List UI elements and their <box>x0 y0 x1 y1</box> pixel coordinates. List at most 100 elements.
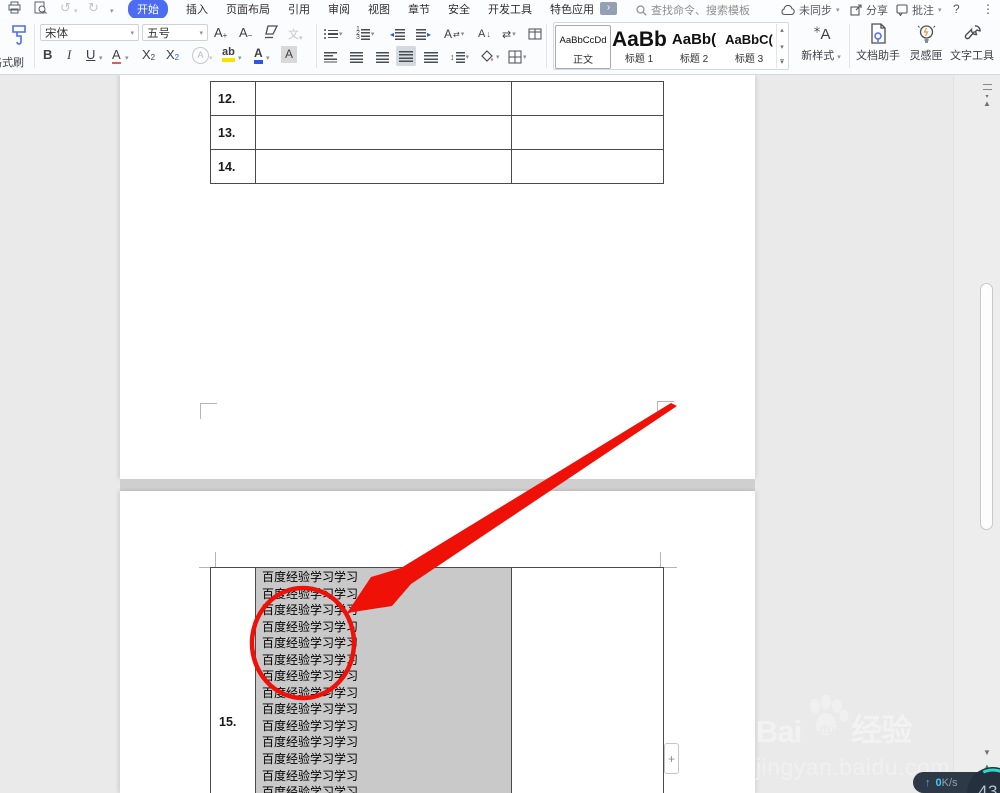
tab-开发工具[interactable]: 开发工具 <box>488 1 532 17</box>
row-number-cell[interactable]: 14. <box>211 150 256 183</box>
phonetic-guide-button[interactable]: 文 ▾ <box>288 26 303 42</box>
format-painter-button[interactable] <box>7 23 31 47</box>
align-left-button[interactable] <box>324 47 337 67</box>
gallery-scroll-down-icon[interactable]: ▾ <box>780 43 784 51</box>
bullet-list-button[interactable]: ▾ <box>324 24 343 44</box>
gallery-more-icon[interactable]: ▾ <box>780 59 784 66</box>
text-tools-button[interactable]: 文字工具 <box>947 23 997 63</box>
tab-引用[interactable]: 引用 <box>288 1 310 17</box>
page1-table[interactable]: 12. 13. 14. <box>210 81 664 184</box>
tab-审阅[interactable]: 审阅 <box>328 1 350 17</box>
selected-table-cell[interactable]: 百度经验学习学习 百度经验学习学习 百度经验学习学习 百度经验学习学习 百度经验学习学习… <box>256 568 512 793</box>
more-menu-button[interactable]: ⋮ <box>982 2 994 16</box>
tab-视图[interactable]: 视图 <box>368 1 390 17</box>
cell-text-line: 百度经验学习学习 <box>262 603 359 618</box>
cell-text-line: 百度经验学习学习 <box>262 669 359 684</box>
shrink-font-button[interactable]: A − <box>239 25 252 40</box>
share-button[interactable]: 分享 <box>850 2 888 18</box>
cell-text-line: 百度经验学习学习 <box>262 636 359 651</box>
text-tool-grid-icon[interactable] <box>528 24 542 44</box>
char-scale-button[interactable]: A ⇄ ▾ <box>444 24 464 44</box>
document-canvas[interactable]: 12. 13. 14. 15. 百度经验学习学习 百度经验学习学习 百度经验学习学习 百度… <box>0 75 1000 793</box>
style-gallery-scroll[interactable]: ▴ ▾ ▾ <box>776 24 787 68</box>
align-right-button[interactable] <box>376 47 389 67</box>
page2-table[interactable]: 15. 百度经验学习学习 百度经验学习学习 百度经验学习学习 百度经验学习学习 百度经验… <box>210 567 664 793</box>
show-marks-button[interactable]: ⇄ ▾ <box>502 24 516 44</box>
underline-caret-icon[interactable]: ▾ <box>99 54 103 62</box>
table-cell[interactable] <box>512 150 663 183</box>
help-button[interactable]: ? <box>953 2 960 16</box>
new-style-button[interactable]: ＊A 新样式 ▾ <box>796 23 846 63</box>
row-number-cell[interactable]: 12. <box>211 82 256 115</box>
table-cell[interactable] <box>256 116 512 149</box>
sort-button[interactable]: A ↓ <box>478 24 491 44</box>
doc-assistant-button[interactable]: 文档助手 <box>853 23 903 63</box>
page-gap <box>120 479 755 491</box>
justify-button[interactable] <box>396 46 416 66</box>
table-cell[interactable] <box>512 568 663 793</box>
distribute-button[interactable] <box>424 47 438 67</box>
borders-button[interactable]: ▾ <box>508 47 527 67</box>
command-search[interactable]: 查找命令、搜索模板 <box>636 2 750 18</box>
char-shading-button[interactable]: A <box>281 46 297 63</box>
italic-button[interactable]: I <box>67 47 71 63</box>
tab-特色应用[interactable]: 特色应用 <box>550 1 594 17</box>
tab-安全[interactable]: 安全 <box>448 1 470 17</box>
font-color-caret-icon[interactable]: ▾ <box>266 54 270 62</box>
redo-button[interactable]: ↻ <box>88 1 99 15</box>
table-cell[interactable] <box>256 82 512 115</box>
ruler-toggle-icon[interactable]: ▾ <box>979 84 995 100</box>
inspiration-button[interactable]: 灵感匣 <box>901 23 951 63</box>
subscript-button[interactable]: X2 <box>166 47 179 62</box>
table-cell[interactable] <box>256 150 512 183</box>
row-number-cell[interactable]: 13. <box>211 116 256 149</box>
gallery-scroll-up-icon[interactable]: ▴ <box>780 26 784 34</box>
enclose-characters-button[interactable]: A <box>192 47 209 64</box>
cell-text-line: 百度经验学习学习 <box>262 586 359 601</box>
undo-caret-icon[interactable]: ▾ <box>74 5 78 19</box>
print-icon[interactable] <box>8 1 21 14</box>
tab-章节[interactable]: 章节 <box>408 1 430 17</box>
print-preview-icon[interactable] <box>34 1 47 14</box>
clear-format-icon[interactable] <box>263 25 279 39</box>
grow-font-button[interactable]: A + <box>214 25 227 40</box>
search-icon <box>636 4 647 16</box>
tab-页面布局[interactable]: 页面布局 <box>226 1 270 17</box>
watermark-brand: 经验 <box>851 713 912 748</box>
tab-开始[interactable]: 开始 <box>128 0 168 19</box>
align-center-button[interactable] <box>350 47 363 67</box>
strikethrough-button[interactable]: A <box>112 47 121 64</box>
scrollbar-thumb[interactable] <box>980 283 993 530</box>
font-size-select[interactable]: 五号 ▾ <box>142 24 208 41</box>
font-name-select[interactable]: 宋体 ▾ <box>40 24 139 41</box>
style-item-标题 1[interactable]: AaBb 标题 1 <box>612 25 666 67</box>
style-item-标题 3[interactable]: AaBbC(标题 3 <box>722 25 776 67</box>
style-item-正文[interactable]: AaBbCcDd 正文 <box>555 25 611 69</box>
strikethrough-caret-icon[interactable]: ▾ <box>125 54 129 62</box>
font-color-button[interactable]: A <box>254 46 263 64</box>
highlight-button[interactable]: ab <box>222 46 235 62</box>
row-number-cell[interactable]: 15. <box>211 568 256 793</box>
highlight-caret-icon[interactable]: ▾ <box>238 54 242 62</box>
tab-overflow-button[interactable]: › <box>600 2 617 15</box>
underline-button[interactable]: U <box>86 47 95 62</box>
table-cell[interactable] <box>512 116 663 149</box>
scroll-up-icon[interactable]: ▲ <box>979 100 995 108</box>
line-spacing-button[interactable]: ↕ ▾ <box>450 47 469 67</box>
bold-button[interactable]: B <box>43 47 52 62</box>
sync-status-button[interactable]: 未同步 ▾ <box>781 2 840 18</box>
numbered-list-button[interactable]: 1 2 3 ▾ <box>356 24 374 44</box>
scroll-down-icon[interactable]: ▼ <box>979 749 995 757</box>
tab-插入[interactable]: 插入 <box>186 1 208 17</box>
quick-access-customize-icon[interactable]: ▾ <box>110 5 114 19</box>
table-cell[interactable] <box>512 82 663 115</box>
undo-button[interactable]: ↺ <box>60 1 71 15</box>
shading-bucket-button[interactable]: ▾ <box>480 47 500 67</box>
increase-indent-button[interactable]: ▸ <box>416 24 431 44</box>
comment-button[interactable]: 批注 ▾ <box>896 2 942 18</box>
superscript-button[interactable]: X2 <box>142 47 155 62</box>
decrease-indent-button[interactable]: ◂ <box>390 24 406 44</box>
style-item-标题 2[interactable]: AaBb(标题 2 <box>667 25 721 67</box>
table-insert-handle[interactable]: + <box>664 743 679 774</box>
wps-writer-window: { "tab_bar": { "tabs": ["开始","插入","页面布局"… <box>0 0 1000 793</box>
